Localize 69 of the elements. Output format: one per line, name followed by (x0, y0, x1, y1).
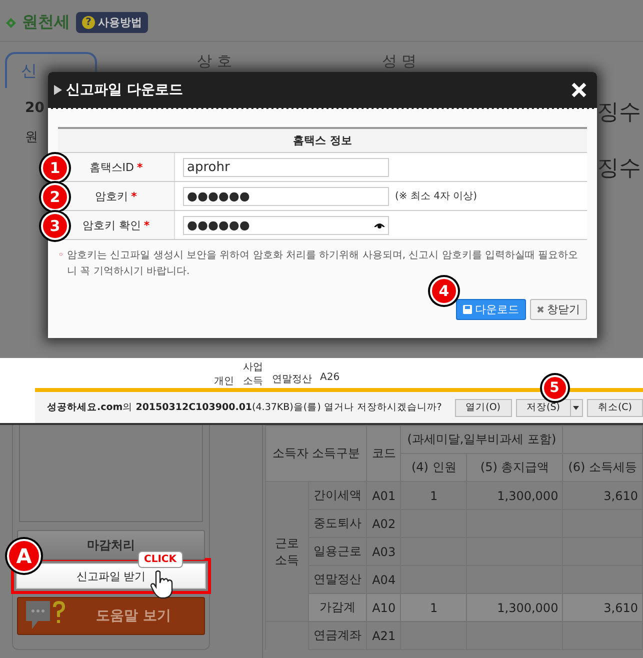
year-text: 20 (24, 100, 46, 116)
table-cell: 일용근로 (308, 538, 367, 566)
bar-button[interactable]: 열기(O) (454, 398, 512, 416)
table-cell: 중도퇴사 (308, 510, 367, 538)
table-cell: 1 (400, 482, 467, 510)
column-header: (4) 인원 (400, 454, 467, 482)
question-icon: ? (82, 16, 95, 29)
step-badge: 3 (41, 212, 69, 240)
table-cell: A02 (366, 510, 401, 538)
triangle-icon (54, 85, 62, 95)
step-badge: A (7, 539, 41, 573)
required-mark: * (136, 160, 143, 174)
table-cell: 가감계 (308, 594, 367, 622)
table-cell: 1 (400, 594, 467, 622)
column-header: 상 호 (197, 52, 232, 71)
download-message: 성공하세요.com의 20150312C103900.01(4.37KB)을(를) 열거나 저장하시겠습니까? (47, 401, 443, 414)
usage-button[interactable]: ? 사용방법 (76, 12, 148, 33)
note-text: 암호키는 신고파일 생성시 보안을 위하여 암호화 처리를 하기위해 사용되며, 신고시 암호키를 입력하실때 필요하오니 꼭 기억하시기 바랍니다. (66, 249, 580, 279)
field-label: 홈택스ID (89, 160, 134, 174)
table-cell: 간이세액 (308, 482, 367, 510)
table-cell: A01 (366, 482, 401, 510)
field-label: 암호키 확인 (82, 218, 141, 232)
column-header: 소득자 소득구분 (266, 426, 367, 482)
diamond-icon (6, 18, 16, 28)
bar-button[interactable]: 취소(C) (586, 398, 643, 416)
table-cell: A03 (366, 538, 401, 566)
label-text: 징수 (597, 99, 641, 127)
section-title: 홈택스 정보 (58, 127, 587, 153)
table-cell-text: 연말정산 (272, 373, 312, 386)
save-button[interactable]: 저장(S) (516, 398, 571, 416)
table-cell: A21 (366, 622, 401, 650)
column-header: 코드 (366, 426, 401, 482)
caret-icon (573, 406, 580, 410)
hint-text: (※ 최소 4자 이상) (395, 190, 478, 203)
required-mark: * (131, 190, 137, 202)
step-badge: 4 (430, 277, 458, 305)
password-field[interactable]: ●●●●●● (183, 186, 389, 206)
group-label: 근로 소득 (275, 536, 299, 566)
column-header: 성 명 (382, 52, 417, 71)
side-text: 원 (24, 129, 39, 146)
eye-icon[interactable] (374, 222, 385, 228)
field-label: 암호키 (95, 188, 128, 204)
page-title: 원천세 (22, 12, 70, 33)
close-button[interactable]: 창닫기 (530, 299, 587, 320)
bullet-mark: ◦ (58, 249, 64, 263)
table-cell: A10 (366, 594, 401, 622)
table-cell-text: 사업 소득 (242, 361, 264, 388)
click-callout: CLICK (138, 551, 183, 568)
column-header: (6) 소득세등 (562, 454, 642, 482)
step-badge: 5 (542, 374, 568, 400)
label-text: 징수 (597, 155, 641, 183)
column-header: (과세미달,일부비과세 포함) (400, 426, 563, 454)
table-cell: 1,300,000 (466, 482, 563, 510)
save-icon (463, 305, 472, 314)
table-cell-text: 개인 (214, 375, 234, 388)
id-field[interactable]: aprohr (183, 158, 389, 176)
required-mark: * (144, 218, 150, 232)
close-icon (537, 306, 544, 313)
step-badge: 2 (41, 183, 69, 211)
table-cell: 1,300,000 (466, 594, 563, 622)
password-confirm-field[interactable]: ●●●●●● (183, 216, 389, 234)
close-icon[interactable] (571, 82, 587, 98)
table-cell: 연금계좌 (308, 622, 367, 650)
column-header: (5) 총지급액 (466, 454, 563, 482)
table-cell: A26 (320, 372, 340, 383)
dropdown-button[interactable] (570, 398, 583, 416)
table-cell: 3,610 (562, 594, 642, 622)
step-badge: 1 (41, 154, 69, 182)
table-cell: 3,610 (562, 482, 642, 510)
